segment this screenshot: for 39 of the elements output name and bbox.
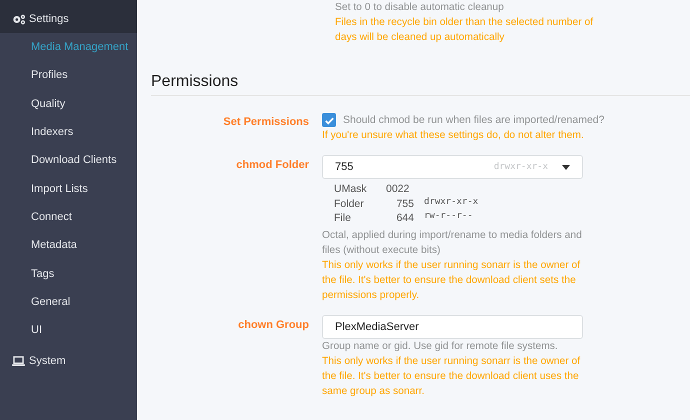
warning-text: This only works if the user running sonarr is the owner of the file. It's better to ensure the download client uses the same group as sonarr. [322,354,582,398]
sidebar-item[interactable]: Import Lists [0,174,137,203]
field-label: chown Group [237,318,310,332]
sidebar-item[interactable]: General [0,288,137,316]
sidebar-item[interactable]: Metadata [0,231,137,260]
permission-string: rw-r--r-- [424,211,474,223]
gears-icon [12,14,26,24]
select-field[interactable]: 755 drwxr-xr-x [322,155,583,179]
field-label: chmod Folder [235,158,310,173]
help-text: Octal, applied during import/rename to media folders and files (without execute bits) [322,228,583,258]
sidebar-item[interactable]: UI [0,316,137,344]
warning-text: This only works if the user running sonarr is the owner of the file. It's better to ensure the download client sets the permissions properly. [322,258,582,302]
sidebar-item[interactable]: Media Management [0,33,137,62]
warning-text: If you're unsure what these settings do, do not alter them. [322,129,585,143]
sidebar-item[interactable]: Quality [0,90,137,118]
sidebar-item[interactable]: Download Clients [0,146,137,174]
warning-text: Files in the recycle bin older than the selected number of days will be cleaned up automatically [335,16,594,45]
help-text: Group name or gid. Use gid for remote file systems. [322,340,559,354]
umask-value: 0022 [386,182,410,196]
caret-icon [562,164,570,170]
field-label: Set Permissions [222,115,310,130]
checkbox-label: Should chmod be run when files are imported/renamed? [343,114,604,126]
umask-value: 644 [395,211,414,226]
laptop-icon [12,356,25,366]
umask-label: UMask [334,182,368,196]
umask-label: File [334,211,352,226]
section-title: Permissions [151,73,690,96]
checkbox[interactable] [322,113,336,127]
sidebar-item[interactable]: Settings [0,5,137,33]
sidebar-item[interactable]: Connect [0,202,137,232]
permission-string: drwxr-xr-x [424,196,480,208]
text-field[interactable]: PlexMediaServer [322,314,583,338]
umask-label: Folder [334,196,365,211]
sidebar-item[interactable]: Indexers [0,118,137,146]
sidebar-item[interactable]: Profiles [0,61,137,90]
help-text: Set to 0 to disable automatic cleanup [335,1,505,15]
sidebar-item[interactable]: Tags [0,259,137,288]
sidebar-item[interactable]: System [0,344,137,378]
umask-value: 755 [395,196,414,211]
